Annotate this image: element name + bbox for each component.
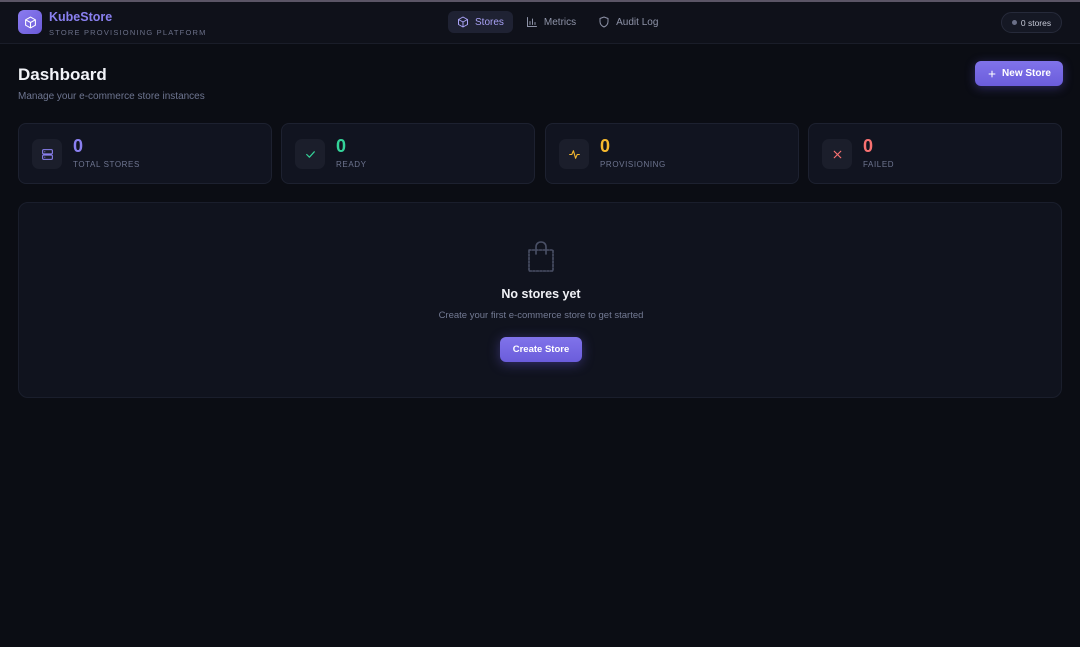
nav-item-metrics[interactable]: Metrics bbox=[517, 11, 585, 33]
empty-state-title: No stores yet bbox=[501, 287, 581, 301]
stat-card-total-stores: 0 TOTAL STORES bbox=[18, 123, 272, 184]
x-icon bbox=[822, 139, 852, 169]
cube-icon[interactable] bbox=[18, 10, 42, 34]
stat-card-provisioning: 0 PROVISIONING bbox=[545, 123, 799, 184]
stat-label: FAILED bbox=[863, 160, 895, 169]
activity-icon bbox=[559, 139, 589, 169]
page-title: Dashboard bbox=[18, 65, 107, 84]
empty-state-panel: No stores yet Create your first e-commer… bbox=[18, 202, 1062, 398]
check-icon bbox=[295, 139, 325, 169]
brand-tagline: STORE PROVISIONING PLATFORM bbox=[49, 28, 207, 37]
nav-item-label: Metrics bbox=[543, 16, 577, 28]
new-store-button[interactable]: New Store bbox=[975, 61, 1063, 86]
store-count-text: 0 stores bbox=[1020, 17, 1052, 28]
create-store-button[interactable]: Create Store bbox=[500, 337, 582, 362]
bar-chart-icon bbox=[526, 17, 537, 27]
top-navbar: KubeStore STORE PROVISIONING PLATFORM St… bbox=[0, 2, 1080, 44]
stat-value: 0 bbox=[863, 136, 874, 156]
plus-icon bbox=[988, 70, 996, 77]
nav-item-stores[interactable]: Stores bbox=[448, 11, 513, 33]
stat-value: 0 bbox=[600, 136, 611, 156]
page-subtitle: Manage your e-commerce store instances bbox=[18, 91, 205, 102]
stat-label: TOTAL STORES bbox=[73, 160, 140, 169]
status-dot-icon bbox=[1011, 20, 1017, 25]
nav-item-label: Stores bbox=[475, 16, 504, 28]
stat-card-failed: 0 FAILED bbox=[808, 123, 1062, 184]
server-icon bbox=[32, 139, 62, 169]
empty-state-subtitle: Create your first e-commerce store to ge… bbox=[438, 310, 644, 321]
stat-value: 0 bbox=[73, 136, 84, 156]
shield-icon bbox=[599, 16, 609, 28]
stat-label: READY bbox=[336, 160, 367, 169]
new-store-label: New Store bbox=[1002, 68, 1051, 79]
stat-label: PROVISIONING bbox=[600, 160, 666, 169]
shopping-bag-icon bbox=[528, 241, 554, 272]
stat-card-ready: 0 READY bbox=[281, 123, 535, 184]
nav-item-audit-log[interactable]: Audit Log bbox=[589, 11, 667, 33]
cube-icon bbox=[458, 16, 468, 28]
stat-value: 0 bbox=[336, 136, 347, 156]
main-nav: Stores Metrics Audit Log bbox=[448, 11, 667, 33]
brand-name[interactable]: KubeStore bbox=[49, 10, 112, 24]
nav-item-label: Audit Log bbox=[616, 16, 659, 28]
store-count-badge: 0 stores bbox=[1001, 12, 1062, 33]
